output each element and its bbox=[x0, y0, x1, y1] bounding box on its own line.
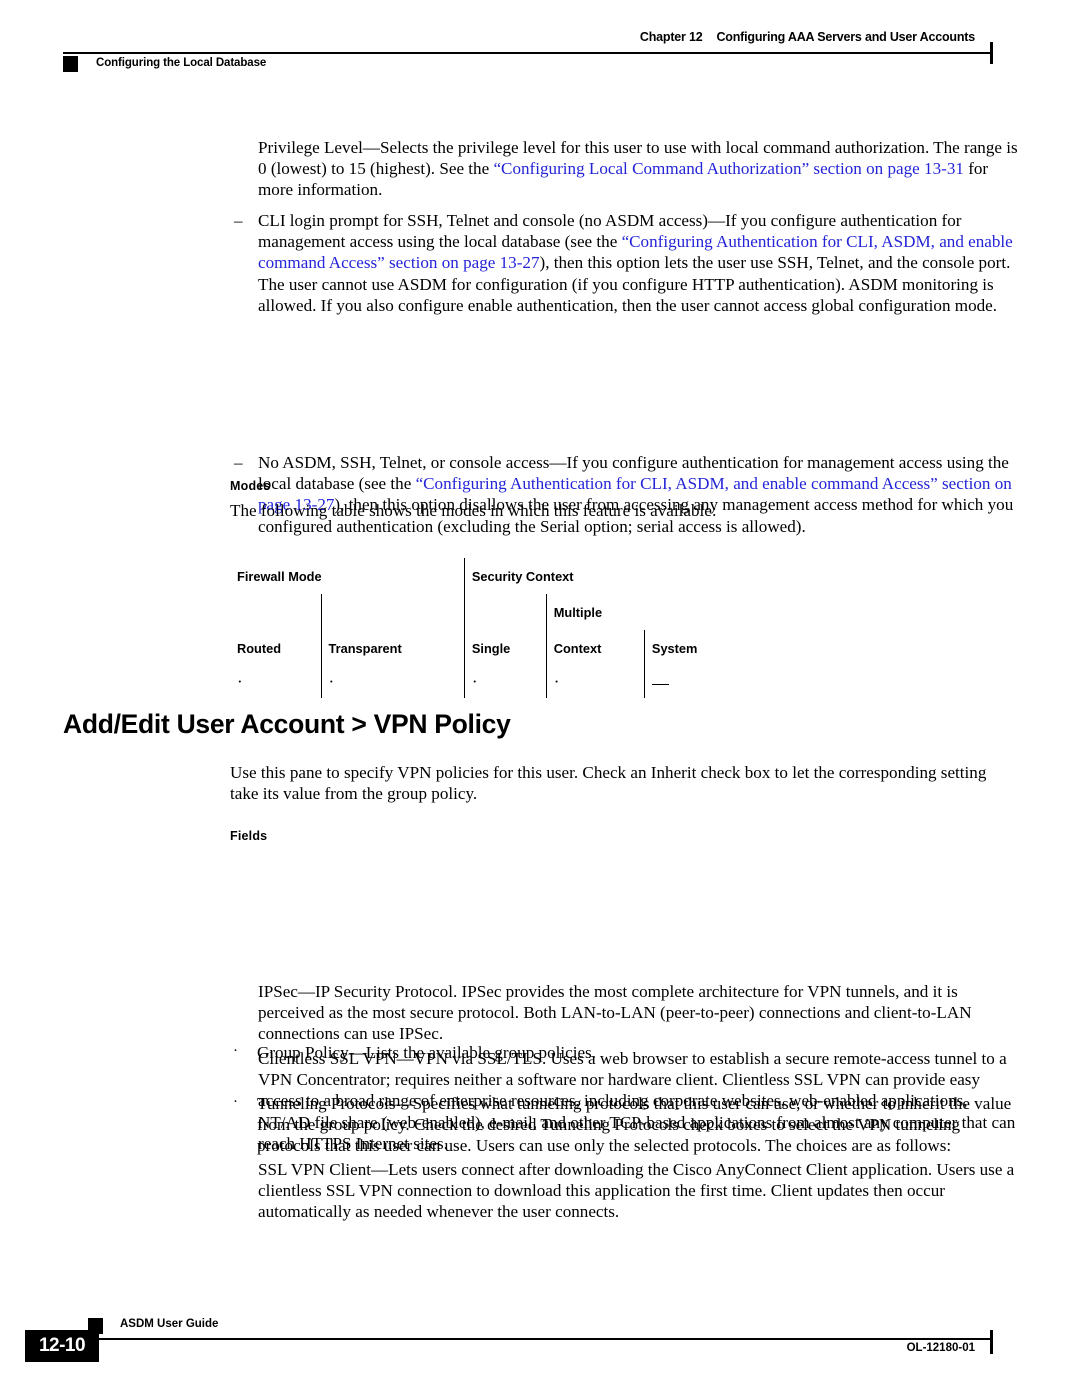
table-cell-routed-value: · bbox=[237, 672, 243, 691]
table-cell-system-value bbox=[643, 666, 738, 698]
dash-marker: – bbox=[234, 453, 243, 473]
table-header-multiple: Multiple bbox=[545, 594, 738, 630]
label-fields: Fields bbox=[230, 829, 268, 843]
table-row-multiple-header: Multiple bbox=[230, 594, 738, 630]
table-cell-single-value: · bbox=[463, 666, 547, 698]
footer-rule bbox=[88, 1338, 993, 1340]
footer-rule-tick bbox=[990, 1330, 993, 1354]
table-header-single: Single bbox=[463, 630, 547, 666]
table-cell-empty-single bbox=[463, 594, 547, 630]
modes-table: Firewall Mode Security Context Multiple … bbox=[230, 558, 738, 698]
footer-guide-title: ASDM User Guide bbox=[120, 1318, 219, 1330]
paragraph-protocol-clientless-ssl-vpn: Clientless SSL VPN—VPN via SSL/TLS. Uses… bbox=[258, 1049, 1016, 1153]
table-row-column-headers: Routed Transparent Single Context System bbox=[230, 630, 738, 666]
paragraph-modes-intro: The following table shows the modes in w… bbox=[230, 501, 717, 520]
footer-document-id: OL-12180-01 bbox=[906, 1342, 975, 1354]
table-header-firewall-mode: Firewall Mode bbox=[237, 568, 322, 584]
list-item-cli-login-prompt: – CLI login prompt for SSH, Telnet and co… bbox=[230, 210, 1023, 316]
page-footer: ASDM User Guide 12-10 OL-12180-01 bbox=[25, 1318, 993, 1378]
page-section-heading: Add/Edit User Account > VPN Policy bbox=[63, 709, 511, 739]
table-row-group-header: Firewall Mode Security Context bbox=[230, 558, 738, 594]
paragraph-vpn-intro: Use this pane to specify VPN policies fo… bbox=[230, 763, 987, 804]
footer-page-number: 12-10 bbox=[25, 1330, 99, 1362]
paragraph-protocol-ssl-vpn-client: SSL VPN Client—Lets users connect after … bbox=[258, 1160, 1015, 1222]
table-cell-transparent-value: · bbox=[320, 666, 465, 698]
dash-marker: – bbox=[234, 211, 243, 230]
table-header-transparent: Transparent bbox=[320, 630, 465, 666]
table-header-context: Context bbox=[545, 630, 645, 666]
list-item-no-asdm-access: – No ASDM, SSH, Telnet, or console access… bbox=[230, 452, 1023, 537]
table-header-routed: Routed bbox=[237, 640, 282, 656]
paragraph-privilege-level: Privilege Level—Selects the privilege le… bbox=[230, 137, 1023, 201]
table-row-values: · · · · bbox=[230, 666, 738, 698]
table-header-security-context: Security Context bbox=[463, 558, 738, 594]
table-cell-context-value: · bbox=[545, 666, 645, 698]
paragraph-protocol-ipsec: IPSec—IP Security Protocol. IPSec provid… bbox=[258, 982, 972, 1044]
page-content: Privilege Level—Selects the privilege le… bbox=[0, 0, 1080, 1221]
table-header-system: System bbox=[643, 630, 738, 666]
label-modes: Modes bbox=[230, 479, 271, 493]
link-configuring-local-command-authorization[interactable]: “Configuring Local Command Authorization… bbox=[493, 159, 963, 178]
table-cell-empty-routed bbox=[230, 594, 321, 630]
table-cell-empty-transparent bbox=[320, 594, 465, 630]
